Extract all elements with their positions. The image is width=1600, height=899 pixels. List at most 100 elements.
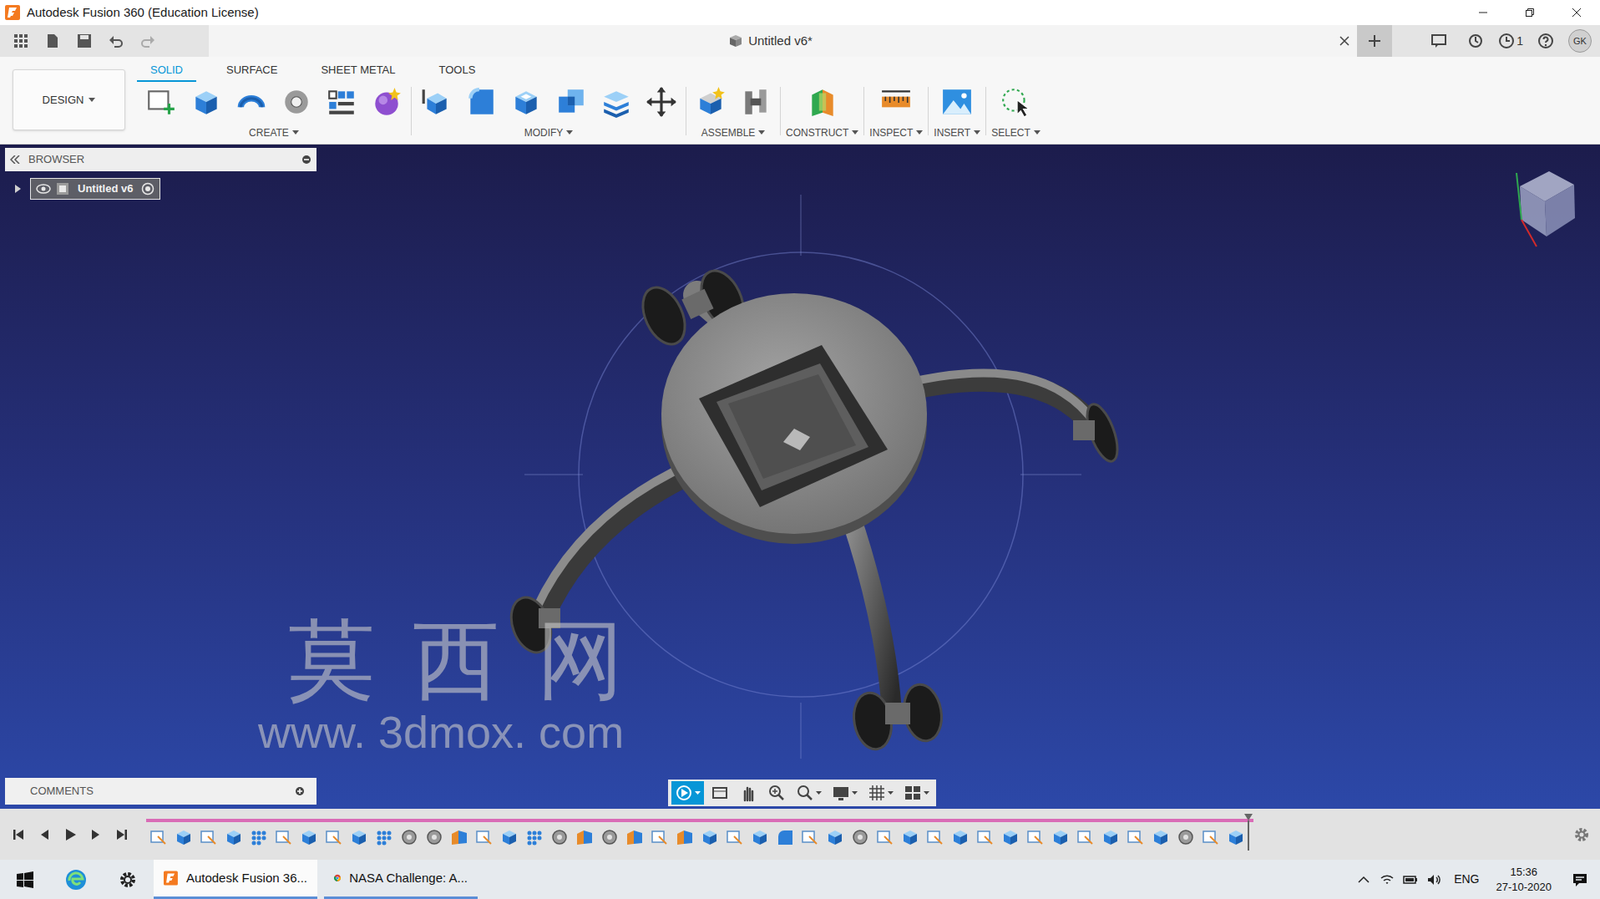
- show-hidden-icons-icon[interactable]: [1351, 859, 1376, 899]
- taskbar-app[interactable]: Autodesk Fusion 36...: [153, 859, 318, 899]
- image-tool-icon[interactable]: [937, 83, 977, 121]
- timeline-feature[interactable]: [371, 826, 397, 847]
- viewport[interactable]: 莫 西 网www. 3dmox. com BROWSERUntitled v6 …: [0, 144, 1600, 809]
- panel-options-icon[interactable]: [301, 154, 312, 165]
- zoom-icon[interactable]: [764, 780, 790, 805]
- timeline-feature[interactable]: [1148, 826, 1174, 847]
- timeline-feature[interactable]: [1223, 826, 1249, 847]
- timeline-feature[interactable]: [196, 826, 222, 847]
- offset-tool-icon[interactable]: [597, 83, 636, 121]
- step-forward-icon[interactable]: [82, 808, 109, 860]
- timeline-feature[interactable]: [947, 826, 973, 847]
- new-tab-button[interactable]: [1356, 25, 1393, 57]
- timeline-feature[interactable]: [446, 826, 472, 847]
- timeline-feature[interactable]: [1173, 826, 1199, 847]
- clock[interactable]: 15:3627-10-2020: [1488, 864, 1561, 895]
- timeline-feature[interactable]: [296, 826, 322, 847]
- sketch-tool-icon[interactable]: [141, 83, 181, 121]
- timeline-feature[interactable]: [1098, 826, 1124, 847]
- start-button[interactable]: [0, 859, 51, 899]
- timeline-feature[interactable]: [1073, 826, 1099, 847]
- close-tab-icon[interactable]: [1331, 25, 1357, 57]
- add-comment-icon[interactable]: [294, 785, 305, 796]
- restore-button[interactable]: [1506, 0, 1554, 26]
- extrude-tool-icon[interactable]: [187, 83, 226, 121]
- help-icon[interactable]: [1531, 28, 1560, 54]
- group-dropdown[interactable]: CONSTRUCT: [785, 125, 859, 141]
- pattern-tool-icon[interactable]: [322, 83, 361, 121]
- group-dropdown[interactable]: SELECT: [991, 125, 1041, 141]
- go-to-start-icon[interactable]: [5, 808, 31, 860]
- timeline-feature[interactable]: [471, 826, 497, 847]
- timeline-feature[interactable]: [146, 826, 172, 847]
- timeline-feature[interactable]: [922, 826, 948, 847]
- timeline-marker[interactable]: [1244, 813, 1253, 851]
- ribbon-tab[interactable]: SOLID: [136, 60, 197, 82]
- timeline-feature[interactable]: [597, 826, 623, 847]
- plane-tool-icon[interactable]: [803, 83, 842, 121]
- pan-icon[interactable]: [735, 780, 761, 805]
- timeline-feature[interactable]: [872, 826, 898, 847]
- look-at-icon[interactable]: [707, 780, 733, 805]
- timeline-feature[interactable]: [972, 826, 998, 847]
- timeline-feature[interactable]: [672, 826, 698, 847]
- data-panel-icon[interactable]: [1461, 28, 1490, 54]
- combine-tool-icon[interactable]: [551, 83, 591, 121]
- taskbar-app[interactable]: NASA Challenge: A...: [324, 859, 478, 899]
- timeline-feature[interactable]: [647, 826, 673, 847]
- go-to-end-icon[interactable]: [108, 808, 135, 860]
- input-language[interactable]: ENG: [1445, 870, 1488, 888]
- redo-icon[interactable]: [133, 28, 163, 54]
- timeline-feature[interactable]: [822, 826, 848, 847]
- volume-icon[interactable]: [1422, 859, 1446, 899]
- action-center-icon[interactable]: [1559, 859, 1600, 899]
- timeline-feature[interactable]: [897, 826, 923, 847]
- form-tool-icon[interactable]: [367, 83, 406, 121]
- workspace-switcher[interactable]: DESIGN: [12, 69, 126, 131]
- user-avatar[interactable]: GK: [1568, 29, 1592, 53]
- fit-icon[interactable]: [792, 780, 826, 805]
- minimize-button[interactable]: [1459, 0, 1507, 26]
- fillet-tool-icon[interactable]: [461, 83, 501, 121]
- file-icon[interactable]: [38, 28, 67, 54]
- collapse-panel-icon[interactable]: [10, 155, 21, 164]
- component-tool-icon[interactable]: [691, 83, 730, 121]
- move-tool-icon[interactable]: [642, 83, 681, 121]
- group-dropdown[interactable]: INSERT: [933, 125, 981, 141]
- activate-radio-icon[interactable]: [141, 182, 155, 196]
- timeline-feature[interactable]: [847, 826, 873, 847]
- timeline-feature[interactable]: [1022, 826, 1049, 847]
- timeline-settings-gear-icon[interactable]: [1573, 808, 1590, 860]
- timeline-feature[interactable]: [271, 826, 297, 847]
- grid-settings-icon[interactable]: [864, 780, 897, 805]
- timeline-feature[interactable]: [496, 826, 522, 847]
- viewports-icon[interactable]: [900, 780, 933, 805]
- job-status[interactable]: 1: [1498, 28, 1524, 54]
- presspull-tool-icon[interactable]: [416, 83, 456, 121]
- visibility-eye-icon[interactable]: [35, 183, 51, 194]
- ribbon-tab[interactable]: TOOLS: [425, 60, 490, 82]
- timeline-feature[interactable]: [171, 826, 197, 847]
- play-icon[interactable]: [56, 808, 83, 860]
- timeline-feature[interactable]: [221, 826, 247, 847]
- select-tool-icon[interactable]: [996, 83, 1035, 121]
- group-dropdown[interactable]: ASSEMBLE: [701, 125, 766, 141]
- shell-tool-icon[interactable]: [506, 83, 546, 121]
- timeline-feature[interactable]: [1123, 826, 1149, 847]
- group-dropdown[interactable]: CREATE: [248, 125, 299, 141]
- timeline-feature[interactable]: [546, 826, 573, 847]
- measure-tool-icon[interactable]: [876, 83, 916, 121]
- model-canvas[interactable]: [0, 144, 1600, 809]
- timeline-feature[interactable]: [246, 826, 272, 847]
- timeline-feature[interactable]: [421, 826, 447, 847]
- ribbon-tab[interactable]: SURFACE: [212, 60, 291, 82]
- timeline-feature[interactable]: [396, 826, 422, 847]
- close-button[interactable]: [1553, 0, 1600, 26]
- save-icon[interactable]: [70, 28, 99, 54]
- timeline-feature[interactable]: [521, 826, 547, 847]
- revolve-tool-icon[interactable]: [232, 83, 271, 121]
- timeline-feature[interactable]: [1048, 826, 1074, 847]
- group-dropdown[interactable]: MODIFY: [524, 125, 574, 141]
- hole-tool-icon[interactable]: [277, 83, 316, 121]
- display-settings-icon[interactable]: [828, 780, 861, 805]
